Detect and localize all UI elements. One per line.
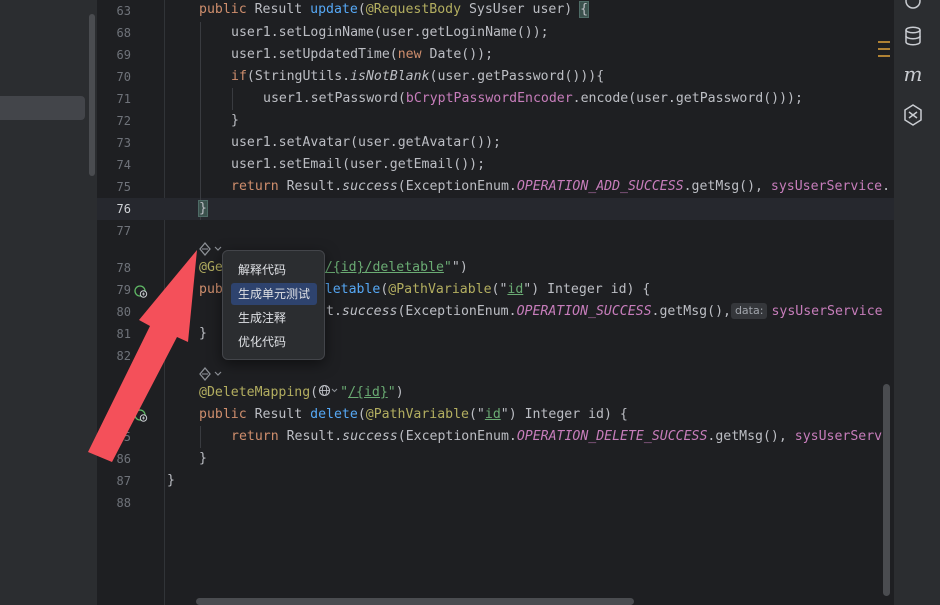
endpoint-globe-icon[interactable] <box>134 284 148 298</box>
project-tree-selected-item[interactable] <box>0 96 85 120</box>
popup-item-generate-unit-test[interactable]: 生成单元测试 <box>231 283 317 305</box>
line-number: 63 <box>116 4 131 18</box>
line-number: 80 <box>116 305 131 319</box>
ai-assistant-icon[interactable] <box>900 102 926 128</box>
code-line: public Result delete(@PathVariable("id")… <box>199 407 628 422</box>
popup-item-optimize-code[interactable]: 优化代码 <box>231 331 317 353</box>
ai-assistant-inlay-icon[interactable] <box>198 241 224 257</box>
notifications-icon[interactable] <box>900 0 926 18</box>
line-number: 81 <box>116 327 131 341</box>
ai-assistant-inlay-icon[interactable] <box>198 366 224 382</box>
indent-guide <box>232 88 233 110</box>
line-number: 70 <box>116 70 131 84</box>
endpoint-globe-icon[interactable] <box>134 408 148 422</box>
project-panel-scrollbar[interactable] <box>89 14 95 176</box>
line-number: 73 <box>116 136 131 150</box>
database-icon[interactable] <box>900 23 926 49</box>
structure-icon[interactable] <box>877 39 891 61</box>
code-line: } <box>167 473 175 488</box>
right-tool-window-bar <box>894 0 940 605</box>
project-panel <box>0 0 97 605</box>
globe-dropdown-icon[interactable] <box>318 384 340 397</box>
code-line: user1.setAvatar(user.getAvatar()); <box>231 135 501 150</box>
code-line: user1.setUpdatedTime(new Date()); <box>231 47 494 62</box>
line-number: 78 <box>116 261 131 275</box>
ide-window: 63 68 69 70 71 72 73 74 75 76 77 78 79 8… <box>0 0 940 605</box>
code-line: } <box>231 113 239 128</box>
line-number: 84 <box>116 408 131 422</box>
code-line: } <box>199 326 207 341</box>
line-number: 72 <box>116 114 131 128</box>
code-line: } <box>198 200 208 217</box>
maven-icon[interactable]: m <box>900 60 926 88</box>
line-number: 85 <box>116 430 131 444</box>
code-line: return Result.success(ExceptionEnum.OPER… <box>231 429 891 444</box>
ai-actions-popup: 解释代码 生成单元测试 生成注释 优化代码 <box>222 250 325 360</box>
line-number: 87 <box>116 474 131 488</box>
line-number: 88 <box>116 496 131 510</box>
parameter-hint: data: <box>730 303 768 319</box>
popup-item-explain-code[interactable]: 解释代码 <box>231 259 317 281</box>
line-number: 75 <box>116 180 131 194</box>
code-line: } <box>199 451 207 466</box>
code-line: user1.setEmail(user.getEmail()); <box>231 157 486 172</box>
line-number: 82 <box>116 349 131 363</box>
code-line: user1.setLoginName(user.getLoginName()); <box>231 25 549 40</box>
code-line: if(StringUtils.isNotBlank(user.getPasswo… <box>231 69 605 84</box>
code-line: user1.setPassword(bCryptPasswordEncoder.… <box>263 91 803 106</box>
current-line-highlight <box>97 198 894 220</box>
line-number-current: 76 <box>116 202 131 216</box>
line-number: 71 <box>116 92 131 106</box>
line-number: 69 <box>116 48 131 62</box>
line-number: 68 <box>116 26 131 40</box>
line-number: 77 <box>116 224 131 238</box>
editor-horizontal-scrollbar[interactable] <box>196 598 634 605</box>
line-number: 74 <box>116 158 131 172</box>
line-number: 86 <box>116 452 131 466</box>
line-number: 79 <box>116 283 131 297</box>
indent-guide <box>200 22 201 220</box>
code-line: @DeleteMapping("/{id}") <box>199 384 404 400</box>
code-line: public Result update(@RequestBody SysUse… <box>199 1 590 18</box>
code-line: t.success(ExceptionEnum.OPERATION_SUCCES… <box>326 303 883 319</box>
code-line: return Result.success(ExceptionEnum.OPER… <box>231 179 891 194</box>
editor-vertical-scrollbar[interactable] <box>883 384 890 596</box>
popup-item-generate-comments[interactable]: 生成注释 <box>231 307 317 329</box>
indent-guide <box>200 426 201 448</box>
